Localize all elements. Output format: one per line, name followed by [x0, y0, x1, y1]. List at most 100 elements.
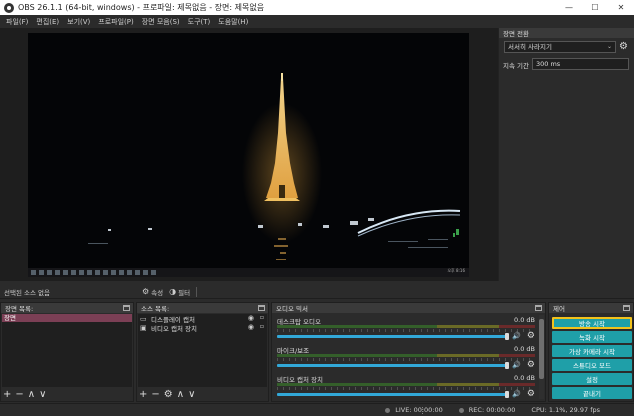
add-icon[interactable]: + [139, 389, 147, 400]
menu-edit[interactable]: 편집(E) [32, 17, 63, 27]
menu-scene-collection[interactable]: 장면 모음(S) [138, 17, 184, 27]
window-titlebar: OBS 26.1.1 (64-bit, windows) - 프로파일: 제목없… [0, 0, 634, 15]
controls-dock: 제어 방송 시작 녹화 시작 가상 카메라 시작 스튜디오 모드 설정 끝내기 [548, 302, 634, 402]
volume-meter [277, 325, 535, 328]
dock-title-label: 오디오 믹서 [276, 305, 308, 313]
lock-icon[interactable]: ▫ [260, 323, 264, 330]
lock-icon[interactable]: ▫ [260, 314, 264, 321]
exit-button[interactable]: 끝내기 [552, 387, 632, 399]
filter-icon: ◑ [169, 287, 177, 296]
move-down-icon[interactable]: ∨ [39, 389, 46, 400]
volume-fader[interactable] [277, 393, 507, 396]
remove-icon[interactable]: − [151, 389, 159, 400]
taskbar-app-icon [95, 270, 100, 275]
eye-icon[interactable]: ◉ [248, 323, 254, 331]
fader-handle[interactable] [505, 391, 509, 398]
taskbar-app-icon [71, 270, 76, 275]
add-icon[interactable]: + [3, 389, 11, 400]
dock-title: 장면 목록: [1, 303, 133, 313]
maximize-button[interactable]: ☐ [582, 0, 608, 15]
preview-area[interactable]: 오후 8:16 [0, 28, 498, 281]
source-context-bar: 선택된 소스 없음 ⚙ 속성 ◑ 필터 [0, 285, 634, 299]
taskbar-app-icon [119, 270, 124, 275]
dock-title-label: 장면 전환 [503, 30, 529, 38]
gear-icon[interactable]: ⚙ [164, 389, 173, 400]
undock-icon[interactable] [535, 305, 542, 311]
move-up-icon[interactable]: ∧ [28, 389, 35, 400]
speaker-icon[interactable]: 🔊 [512, 390, 521, 398]
dock-title: 제어 [549, 303, 633, 313]
close-button[interactable]: ✕ [608, 0, 634, 15]
obs-logo-icon [4, 2, 14, 13]
mixer-channel: 비디오 캡처 장치 0.0 dB 🔊 ⚙ [275, 374, 539, 402]
grip-icon [422, 407, 424, 414]
undock-icon[interactable] [258, 305, 265, 311]
preview-canvas[interactable]: 오후 8:16 [28, 33, 469, 277]
speaker-icon[interactable]: 🔊 [512, 361, 521, 369]
camera-icon: ▣ [140, 323, 147, 332]
start-virtual-camera-button[interactable]: 가상 카메라 시작 [552, 345, 632, 357]
minimize-button[interactable]: — [556, 0, 582, 15]
transition-settings-gear-icon[interactable]: ⚙ [619, 42, 628, 52]
volume-fader[interactable] [277, 335, 507, 338]
transition-selected-value: 서서히 사라지기 [508, 43, 552, 51]
taskbar-app-icon [63, 270, 68, 275]
source-list[interactable]: ▭ 디스플레이 캡처 ◉ ▫ ▣ 비디오 캡처 장치 ◉ ▫ [138, 314, 267, 387]
taskbar-app-icon [143, 270, 148, 275]
menu-profile[interactable]: 프로파일(P) [94, 17, 137, 27]
mixer-scrollbar[interactable] [539, 315, 544, 399]
filters-label: 필터 [178, 288, 191, 297]
gear-icon[interactable]: ⚙ [527, 332, 535, 341]
taskbar-clock: 오후 8:16 [447, 268, 465, 273]
taskbar-app-icon [103, 270, 108, 275]
menu-help[interactable]: 도움말(H) [214, 17, 252, 27]
gear-icon[interactable]: ⚙ [527, 390, 535, 399]
remove-icon[interactable]: − [15, 389, 23, 400]
start-streaming-button[interactable]: 방송 시작 [552, 317, 632, 329]
live-indicator-icon [385, 407, 391, 413]
scene-item[interactable]: 장면 [2, 314, 132, 322]
undock-icon[interactable] [623, 305, 630, 311]
speaker-icon[interactable]: 🔊 [512, 332, 521, 340]
transition-select[interactable]: 서서히 사라지기 ⌄ [504, 41, 616, 53]
start-recording-button[interactable]: 녹화 시작 [552, 331, 632, 343]
duration-input[interactable]: 300 ms [532, 58, 629, 70]
scene-toolbar: + − ∧ ∨ [3, 388, 46, 400]
filters-button[interactable]: ◑ 필터 [169, 287, 190, 297]
dock-title: 소스 목록: [137, 303, 268, 313]
fader-handle[interactable] [505, 362, 509, 369]
audio-mixer-dock: 오디오 믹서 데스크탑 오디오 0.0 dB 🔊 ⚙ 마이크/보조 0.0 dB… [271, 302, 546, 402]
studio-mode-button[interactable]: 스튜디오 모드 [552, 359, 632, 371]
scenes-dock: 장면 목록: 장면 + − ∧ ∨ [0, 302, 134, 402]
volume-meter [277, 354, 535, 357]
scene-list[interactable]: 장면 [2, 314, 132, 387]
move-down-icon[interactable]: ∨ [188, 389, 195, 400]
taskbar-app-icon [39, 270, 44, 275]
move-up-icon[interactable]: ∧ [177, 389, 184, 400]
source-label: 비디오 캡처 장치 [151, 324, 197, 333]
source-item[interactable]: ▣ 비디오 캡처 장치 ◉ ▫ [138, 323, 267, 333]
gear-icon[interactable]: ⚙ [527, 361, 535, 370]
sources-dock: 소스 목록: ▭ 디스플레이 캡처 ◉ ▫ ▣ 비디오 캡처 장치 ◉ ▫ + … [136, 302, 269, 402]
meter-ticks [277, 387, 535, 390]
menu-file[interactable]: 파일(F) [2, 17, 32, 27]
taskbar-app-icon [127, 270, 132, 275]
rec-indicator-icon [458, 407, 464, 413]
window-title: OBS 26.1.1 (64-bit, windows) - 프로파일: 제목없… [18, 3, 265, 12]
menu-tools[interactable]: 도구(T) [184, 17, 215, 27]
fader-handle[interactable] [505, 333, 509, 340]
eiffel-tower-night-image [28, 33, 469, 277]
volume-meter [277, 383, 535, 386]
scrollbar-thumb[interactable] [539, 319, 544, 379]
mixer-channel: 데스크탑 오디오 0.0 dB 🔊 ⚙ [275, 316, 539, 344]
properties-button[interactable]: ⚙ 속성 [142, 287, 163, 297]
cpu-fps: CPU: 1.1%, 29.97 fps [531, 406, 600, 414]
dock-title-label: 장면 목록: [5, 305, 34, 313]
volume-fader[interactable] [277, 364, 507, 367]
eye-icon[interactable]: ◉ [248, 314, 254, 322]
start-icon [31, 270, 36, 275]
divider [196, 286, 198, 297]
menu-view[interactable]: 보기(V) [63, 17, 94, 27]
undock-icon[interactable] [123, 305, 130, 311]
settings-button[interactable]: 설정 [552, 373, 632, 385]
